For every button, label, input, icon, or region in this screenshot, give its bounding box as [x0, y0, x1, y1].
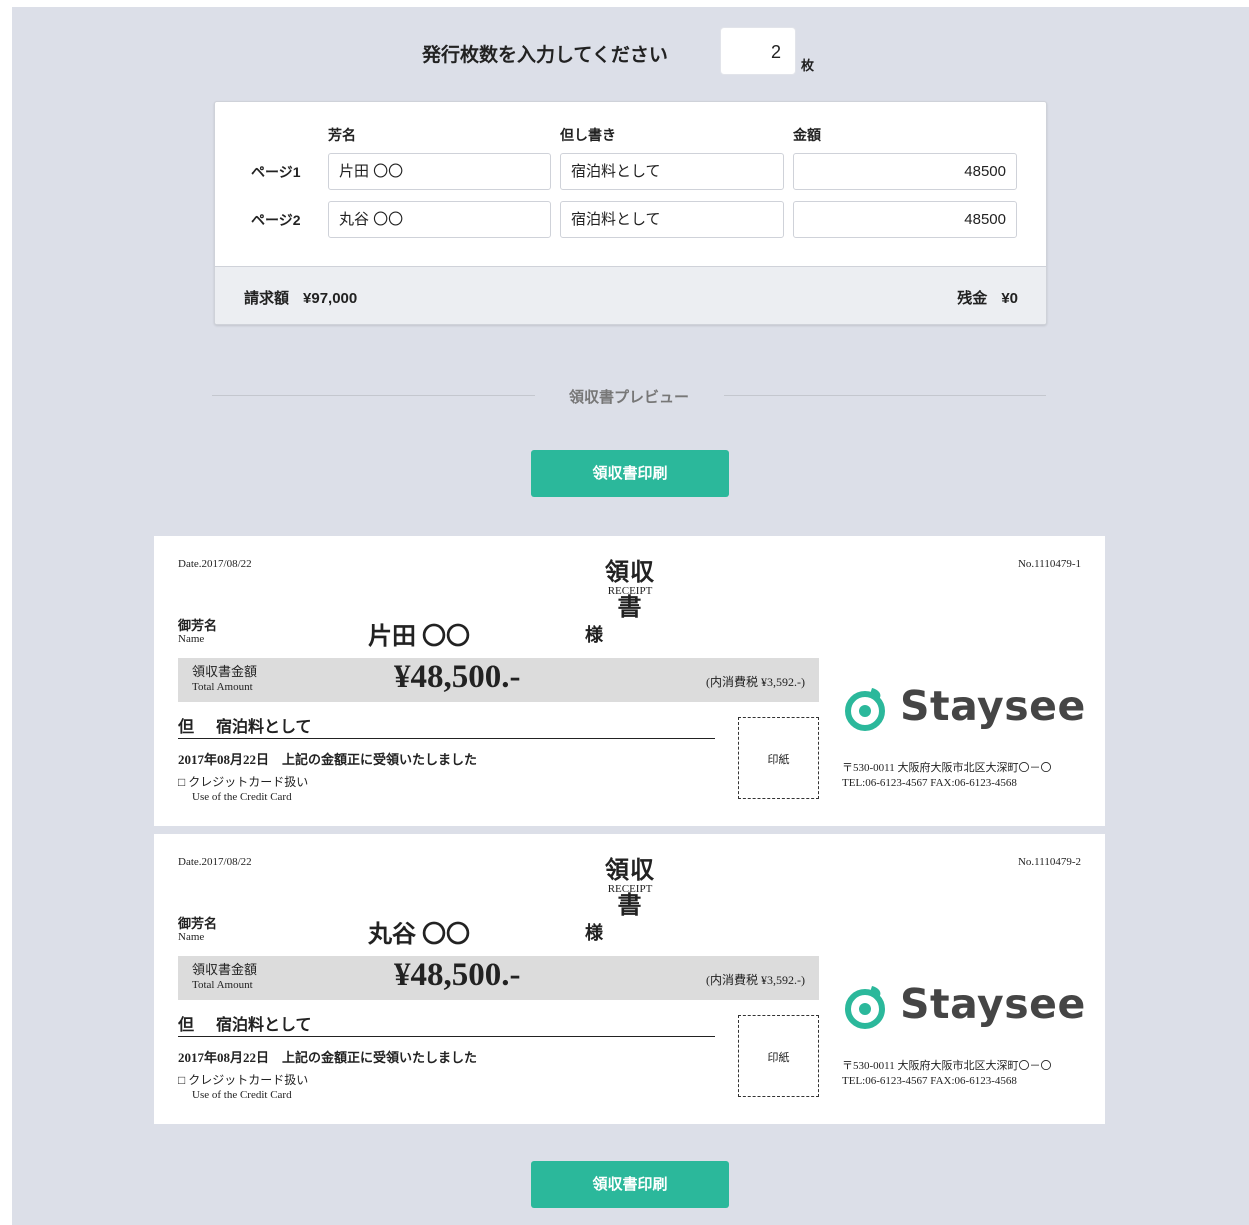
receipt-note-line: 但 宿泊料として: [178, 713, 715, 739]
receipt-tadashi-label: 但: [178, 1017, 195, 1034]
balance-label: 残金: [957, 290, 988, 307]
name-input-page1[interactable]: 片田 〇〇: [328, 153, 551, 190]
receipt-note: 宿泊料として: [216, 719, 312, 736]
column-header-name: 芳名: [328, 127, 356, 143]
row-label-page2: ページ2: [251, 212, 301, 228]
billing-value: ¥97,000: [303, 290, 358, 307]
balance-value: ¥0: [1001, 290, 1018, 307]
receipt-tax: (内消費税 ¥3,592.-): [706, 973, 805, 987]
receipt-tel-fax: TEL:06-6123-4567 FAX:06-6123-4568: [842, 777, 1017, 789]
receipt-honorific: 様: [585, 923, 603, 943]
receipt-date: Date.2017/08/22: [178, 558, 252, 570]
column-header-note: 但し書き: [560, 127, 616, 143]
receipt-title-en: RECEIPT: [607, 585, 653, 597]
form-summary-footer: 請求額 ¥97,000 残金 ¥0: [215, 266, 1046, 324]
print-receipt-button-top[interactable]: 領収書印刷: [531, 450, 729, 497]
preview-divider-left: [212, 395, 535, 396]
staysee-logo-mark-icon: [845, 986, 885, 1029]
note-input-page2[interactable]: 宿泊料として: [560, 201, 784, 238]
receipt-name-label-en: Name: [178, 633, 205, 645]
receipt-address: 〒530-0011 大阪府大阪市北区大深町〇－〇: [842, 1060, 1052, 1072]
page-canvas: 発行枚数を入力してください 2 枚 芳名 但し書き 金額 ページ1 片田 〇〇 …: [12, 7, 1249, 1225]
preview-title: 領収書プレビュー: [568, 389, 689, 406]
billing-label: 請求額: [244, 290, 290, 307]
amount-input-page2[interactable]: 48500: [793, 201, 1017, 238]
receipt-confirmation: 2017年08月22日 上記の金額正に受領いたしました: [178, 752, 478, 767]
receipt-amount-label-en: Total Amount: [192, 979, 253, 991]
receipt-amount-label: 領収書金額: [192, 664, 258, 679]
revenue-stamp-box: 印紙: [738, 1015, 819, 1097]
staysee-logo-mark-icon: [845, 688, 885, 731]
receipt-form-card: 芳名 但し書き 金額 ページ1 片田 〇〇 宿泊料として 48500 ページ2 …: [214, 101, 1047, 325]
receipt-recipient-name: 丸谷 〇〇: [368, 922, 470, 948]
staysee-logo-text: Staysee: [900, 980, 1086, 1028]
receipt-credit-card-label-en: Use of the Credit Card: [192, 791, 292, 803]
receipt-tax: (内消費税 ¥3,592.-): [706, 675, 805, 689]
receipt-credit-card-checkbox: □ クレジットカード扱い: [178, 1073, 309, 1087]
receipt-address: 〒530-0011 大阪府大阪市北区大深町〇－〇: [842, 762, 1052, 774]
issue-count-label: 発行枚数を入力してください: [422, 45, 668, 66]
receipt-credit-card-checkbox: □ クレジットカード扱い: [178, 775, 309, 789]
receipt-amount: ¥48,500.-: [394, 957, 521, 993]
receipt-preview-1: Date.2017/08/22 領収書 RECEIPT No.1110479-1…: [154, 536, 1105, 826]
receipt-honorific: 様: [585, 625, 603, 645]
receipt-note-line: 但 宿泊料として: [178, 1011, 715, 1037]
issue-count-unit: 枚: [801, 58, 815, 73]
receipt-number: No.1110479-2: [1017, 856, 1081, 868]
receipt-name-label: 御芳名: [178, 618, 218, 633]
staysee-logo-text: Staysee: [900, 682, 1086, 730]
preview-divider-right: [724, 395, 1046, 396]
revenue-stamp-box: 印紙: [738, 717, 819, 799]
receipt-note: 宿泊料として: [216, 1017, 312, 1034]
receipt-amount: ¥48,500.-: [394, 659, 521, 695]
receipt-amount-label: 領収書金額: [192, 962, 258, 977]
receipt-amount-label-en: Total Amount: [192, 681, 253, 693]
note-input-page1[interactable]: 宿泊料として: [560, 153, 784, 190]
receipt-name-label: 御芳名: [178, 916, 218, 931]
receipt-amount-box: 領収書金額 Total Amount ¥48,500.- (内消費税 ¥3,59…: [178, 658, 819, 702]
receipt-tel-fax: TEL:06-6123-4567 FAX:06-6123-4568: [842, 1075, 1017, 1087]
receipt-confirmation: 2017年08月22日 上記の金額正に受領いたしました: [178, 1050, 478, 1065]
receipt-recipient-name: 片田 〇〇: [368, 624, 470, 650]
amount-input-page1[interactable]: 48500: [793, 153, 1017, 190]
row-label-page1: ページ1: [251, 164, 301, 180]
issue-count-input[interactable]: 2: [720, 27, 796, 75]
print-receipt-button-bottom[interactable]: 領収書印刷: [531, 1161, 729, 1208]
receipt-name-label-en: Name: [178, 931, 205, 943]
name-input-page2[interactable]: 丸谷 〇〇: [328, 201, 551, 238]
column-header-amount: 金額: [793, 127, 821, 143]
billing-total: 請求額 ¥97,000: [244, 287, 357, 308]
receipt-title-en: RECEIPT: [607, 883, 653, 895]
receipt-preview-2: Date.2017/08/22 領収書 RECEIPT No.1110479-2…: [154, 834, 1105, 1124]
receipt-credit-card-label-en: Use of the Credit Card: [192, 1089, 292, 1101]
receipt-date: Date.2017/08/22: [178, 856, 252, 868]
issue-count-row: 発行枚数を入力してください 2 枚: [12, 27, 1249, 75]
receipt-tadashi-label: 但: [178, 719, 195, 736]
receipt-amount-box: 領収書金額 Total Amount ¥48,500.- (内消費税 ¥3,59…: [178, 956, 819, 1000]
receipt-number: No.1110479-1: [1017, 558, 1081, 570]
balance-total: 残金 ¥0: [957, 287, 1018, 308]
